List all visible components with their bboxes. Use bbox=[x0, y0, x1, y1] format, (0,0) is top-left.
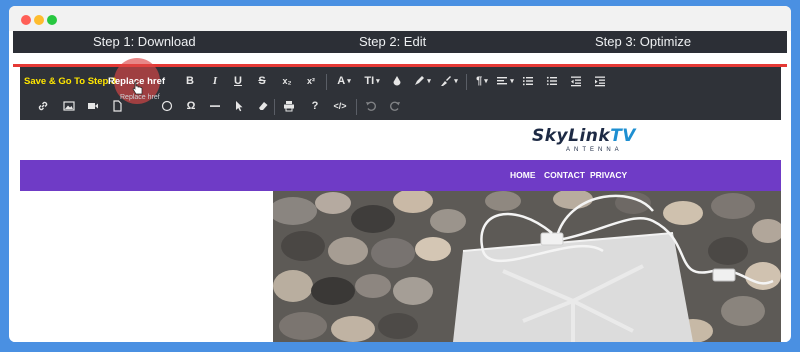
chevron-down-icon: ▾ bbox=[484, 78, 488, 85]
site-navbar: HOME CONTACT PRIVACY bbox=[20, 160, 781, 191]
chevron-down-icon: ▾ bbox=[347, 78, 351, 85]
chevron-down-icon: ▾ bbox=[427, 78, 431, 85]
replace-href-tooltip: Replace href bbox=[120, 94, 160, 101]
nav-link-privacy[interactable]: PRIVACY bbox=[590, 170, 627, 180]
subscript-button[interactable]: x₂ bbox=[278, 70, 296, 92]
clear-formatting-icon[interactable] bbox=[256, 95, 270, 117]
font-size-label: TI bbox=[364, 75, 375, 87]
font-size-dropdown[interactable]: TI ▾ bbox=[361, 70, 383, 92]
editor-toolbar: Save & Go To Step 3 Replace href B I U S… bbox=[20, 58, 781, 120]
highlight-color-icon[interactable]: ▾ bbox=[412, 70, 432, 92]
strikethrough-button[interactable]: S bbox=[254, 70, 270, 92]
chevron-down-icon: ▾ bbox=[376, 78, 380, 85]
unordered-list-icon[interactable] bbox=[545, 70, 559, 92]
emoticon-icon[interactable] bbox=[160, 95, 174, 117]
logo-subtitle: ANTENNA bbox=[566, 147, 623, 153]
underline-button[interactable]: U bbox=[230, 70, 246, 92]
logo-tv-text: TV bbox=[610, 126, 636, 146]
step-1-download[interactable]: Step 1: Download bbox=[93, 34, 196, 49]
code-view-icon[interactable]: </> bbox=[330, 95, 350, 117]
maximize-window-icon[interactable] bbox=[47, 15, 57, 25]
step-2-edit[interactable]: Step 2: Edit bbox=[359, 34, 426, 49]
superscript-button[interactable]: x² bbox=[302, 70, 320, 92]
step-3-optimize[interactable]: Step 3: Optimize bbox=[595, 34, 691, 49]
hand-cursor-icon bbox=[132, 81, 143, 95]
minimize-window-icon[interactable] bbox=[34, 15, 44, 25]
redo-icon[interactable] bbox=[388, 95, 402, 117]
step-navigation: Step 1: Download Step 2: Edit Step 3: Op… bbox=[13, 31, 787, 53]
window-titlebar bbox=[9, 6, 791, 31]
toolbar-separator bbox=[326, 74, 327, 90]
link-icon[interactable] bbox=[36, 95, 50, 117]
toolbar-separator bbox=[274, 99, 275, 115]
bold-button[interactable]: B bbox=[182, 70, 198, 92]
antenna-panel bbox=[453, 232, 693, 342]
save-go-to-step-3-button[interactable]: Save & Go To Step 3 bbox=[24, 70, 116, 92]
text-color-icon[interactable] bbox=[390, 70, 404, 92]
usb-adapter bbox=[712, 268, 736, 282]
video-icon[interactable] bbox=[86, 95, 100, 117]
ordered-list-icon[interactable] bbox=[521, 70, 535, 92]
site-header: SkyLinkTV ANTENNA bbox=[20, 120, 781, 160]
paragraph-icon: ¶ bbox=[476, 75, 483, 87]
select-all-icon[interactable] bbox=[232, 95, 246, 117]
nav-link-contact[interactable]: CONTACT bbox=[544, 170, 585, 180]
italic-button[interactable]: I bbox=[207, 70, 223, 92]
outdent-icon[interactable] bbox=[569, 70, 583, 92]
logo-main-text: SkyLink bbox=[532, 126, 611, 146]
help-icon[interactable]: ? bbox=[308, 95, 322, 117]
align-icon[interactable]: ▾ bbox=[495, 70, 515, 92]
browser-window: Step 1: Download Step 2: Edit Step 3: Op… bbox=[9, 6, 791, 342]
hero-image bbox=[273, 191, 781, 342]
site-logo[interactable]: SkyLinkTV bbox=[532, 126, 636, 146]
editor-area: Save & Go To Step 3 Replace href B I U S… bbox=[13, 53, 787, 342]
chevron-down-icon: ▾ bbox=[510, 78, 514, 85]
font-family-label: A bbox=[337, 75, 346, 87]
nav-link-home[interactable]: HOME bbox=[510, 170, 536, 180]
inline-style-icon[interactable]: ▾ bbox=[438, 70, 460, 92]
toolbar-separator bbox=[356, 99, 357, 115]
print-icon[interactable] bbox=[282, 95, 296, 117]
horizontal-line-icon[interactable] bbox=[208, 95, 222, 117]
chevron-down-icon: ▾ bbox=[454, 78, 458, 85]
image-icon[interactable] bbox=[62, 95, 76, 117]
font-family-dropdown[interactable]: A ▾ bbox=[334, 70, 354, 92]
toolbar-separator bbox=[466, 74, 467, 90]
indent-icon[interactable] bbox=[593, 70, 607, 92]
close-window-icon[interactable] bbox=[21, 15, 31, 25]
special-characters-icon[interactable]: Ω bbox=[184, 95, 198, 117]
antenna-on-stones-image bbox=[273, 191, 781, 342]
undo-icon[interactable] bbox=[364, 95, 378, 117]
paragraph-format-dropdown[interactable]: ¶ ▾ bbox=[472, 70, 492, 92]
